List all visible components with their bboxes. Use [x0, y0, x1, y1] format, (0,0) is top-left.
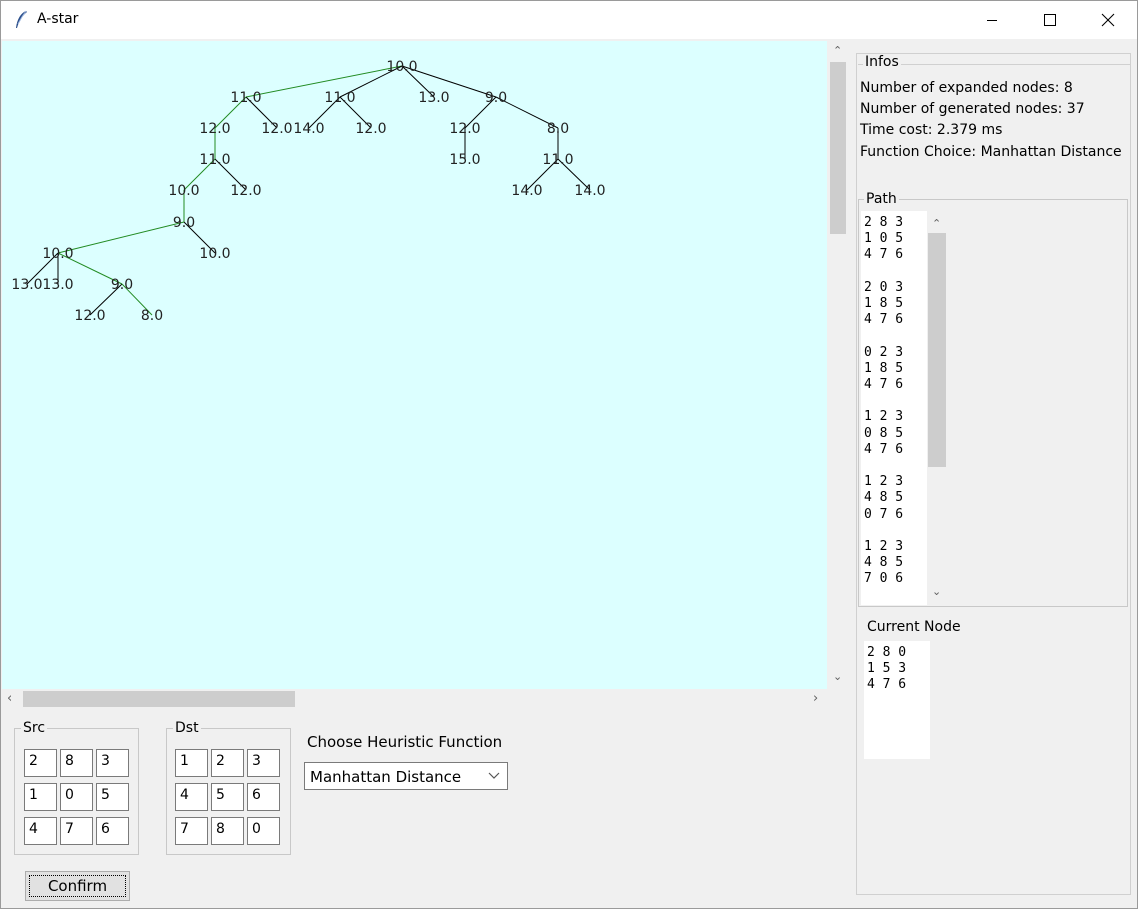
dst-cell-5[interactable]: 6	[247, 783, 280, 811]
title-bar[interactable]: A-star	[1, 1, 1137, 39]
src-cell-2[interactable]: 3	[96, 749, 129, 777]
generated-nodes-info: Number of generated nodes: 37	[860, 101, 1085, 117]
tree-node-label: 11.0	[542, 152, 573, 168]
src-group-title: Src	[21, 720, 48, 736]
tree-node-label: 13.0	[42, 277, 73, 293]
tree-node-label: 11.0	[199, 152, 230, 168]
tree-node-label: 15.0	[449, 152, 480, 168]
heuristic-label: Choose Heuristic Function	[307, 733, 503, 751]
scroll-down-icon[interactable]: ⌄	[833, 671, 842, 682]
src-cell-0[interactable]: 2	[24, 749, 57, 777]
dst-cell-1[interactable]: 2	[211, 749, 244, 777]
tree-node-label: 10.0	[168, 183, 199, 199]
tree-node-label: 13.0	[11, 277, 42, 293]
canvas-horizontal-scrollbar[interactable]: ‹ ›	[2, 689, 827, 709]
current-node-textbox[interactable]: 2 8 0 1 5 3 4 7 6	[864, 641, 930, 759]
time-cost-info: Time cost: 2.379 ms	[860, 122, 1003, 138]
path-title: Path	[864, 191, 899, 207]
tree-node-label: 12.0	[230, 183, 261, 199]
src-cell-6[interactable]: 4	[24, 817, 57, 845]
tree-node-label: 14.0	[511, 183, 542, 199]
src-cell-1[interactable]: 8	[60, 749, 93, 777]
dst-cell-6[interactable]: 7	[175, 817, 208, 845]
heuristic-select[interactable]: Manhattan Distance	[304, 762, 508, 790]
scroll-up-icon[interactable]: ⌃	[833, 45, 842, 56]
close-icon	[1101, 13, 1115, 27]
canvas-vertical-scrollbar[interactable]: ⌃ ⌄	[827, 41, 849, 689]
tree-node-label: 12.0	[261, 121, 292, 137]
horizontal-scroll-thumb[interactable]	[23, 691, 295, 707]
src-cell-8[interactable]: 6	[96, 817, 129, 845]
minimize-button[interactable]	[963, 1, 1021, 39]
dst-cell-8[interactable]: 0	[247, 817, 280, 845]
tree-node-label: 12.0	[199, 121, 230, 137]
path-scroll-down-icon[interactable]: ⌄	[932, 586, 941, 597]
tree-node-label: 11.0	[230, 90, 261, 106]
expanded-nodes-info: Number of expanded nodes: 8	[860, 80, 1073, 96]
path-scrollbar[interactable]: ⌃ ⌄	[927, 214, 947, 606]
scroll-left-icon[interactable]: ‹	[7, 692, 12, 705]
tree-node-label: 13.0	[418, 90, 449, 106]
tree-node-label: 10.0	[386, 59, 417, 75]
heuristic-selected-value: Manhattan Distance	[310, 768, 462, 786]
search-tree: 10.011.0 11.0 13.0 9.012.0 12.0 14.0 12.0 12.0 8…	[11, 59, 605, 324]
tree-node-label: 10.0	[199, 246, 230, 262]
src-cell-7[interactable]: 7	[60, 817, 93, 845]
tree-node-label: 8.0	[547, 121, 569, 137]
dst-group-title: Dst	[173, 720, 201, 736]
confirm-button[interactable]: Confirm	[25, 871, 130, 901]
close-button[interactable]	[1079, 1, 1137, 39]
chevron-down-icon	[488, 772, 500, 779]
tree-node-label: 8.0	[141, 308, 163, 324]
function-choice-info: Function Choice: Manhattan Distance	[860, 144, 1122, 160]
tree-node-label: 12.0	[355, 121, 386, 137]
tree-node-label: 12.0	[74, 308, 105, 324]
tree-node-label: 11.0	[324, 90, 355, 106]
src-cell-5[interactable]: 5	[96, 783, 129, 811]
dst-cell-0[interactable]: 1	[175, 749, 208, 777]
tree-node-label: 14.0	[293, 121, 324, 137]
src-cell-4[interactable]: 0	[60, 783, 93, 811]
infos-title: Infos	[863, 54, 901, 70]
path-scroll-up-icon[interactable]: ⌃	[932, 218, 941, 229]
tree-node-label: 12.0	[449, 121, 480, 137]
app-window: A-star 10.0 11.0 11.0 13.0 9.0 12.0 12.0 14.0 12…	[0, 0, 1138, 909]
dst-cell-4[interactable]: 5	[211, 783, 244, 811]
tree-node-label: 10.0	[42, 246, 73, 262]
maximize-button[interactable]	[1021, 1, 1079, 39]
vertical-scroll-thumb[interactable]	[830, 62, 846, 234]
search-tree-canvas[interactable]: 10.0 11.0 11.0 13.0 9.0 12.0 12.0 14.0 12.0 12.0 8…	[2, 41, 827, 689]
dst-cell-2[interactable]: 3	[247, 749, 280, 777]
tree-node-label: 9.0	[485, 90, 507, 106]
window-title: A-star	[37, 11, 79, 27]
tree-node-label: 9.0	[173, 215, 195, 231]
dst-cell-7[interactable]: 8	[211, 817, 244, 845]
focus-ring	[29, 875, 126, 897]
scroll-right-icon[interactable]: ›	[813, 692, 818, 705]
path-textbox[interactable]: 2 8 3 1 0 5 4 7 6 2 0 3 1 8 5 4 7 6 0 2 …	[861, 211, 927, 605]
dst-cell-3[interactable]: 4	[175, 783, 208, 811]
current-node-title: Current Node	[867, 619, 961, 635]
src-cell-3[interactable]: 1	[24, 783, 57, 811]
maximize-icon	[1044, 14, 1056, 26]
tree-node-label: 9.0	[111, 277, 133, 293]
tree-node-label: 14.0	[574, 183, 605, 199]
path-scroll-thumb[interactable]	[928, 233, 946, 467]
minimize-icon	[987, 20, 997, 21]
solution-path-edge	[57, 221, 185, 254]
feather-icon	[16, 10, 27, 28]
